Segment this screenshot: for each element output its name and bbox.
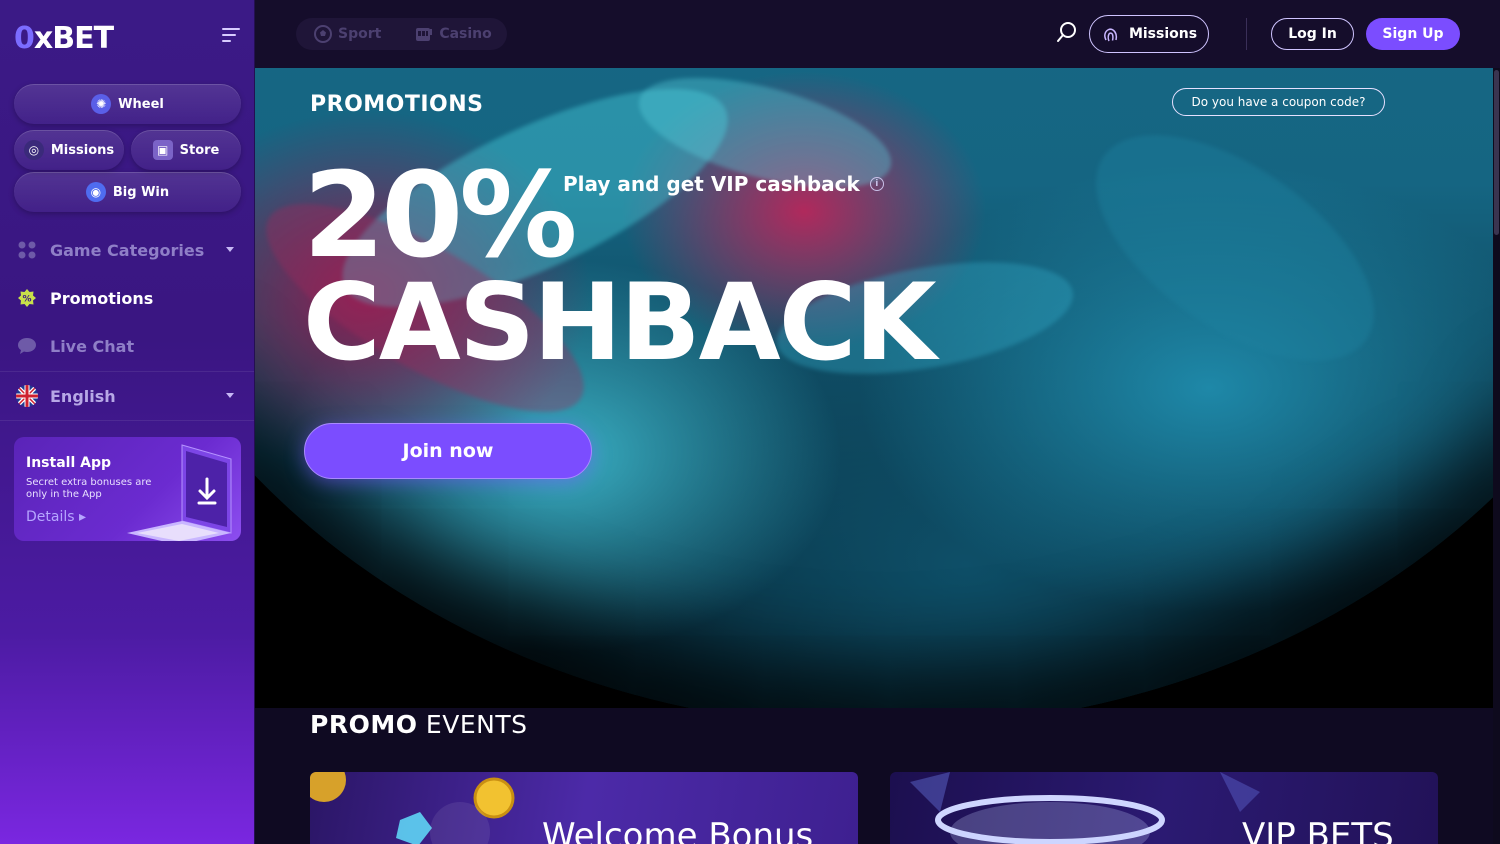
slot-machine-icon — [416, 28, 433, 41]
promo-events-title-rest: EVENTS — [425, 710, 528, 739]
language-label: English — [50, 386, 116, 406]
svg-text:%: % — [22, 295, 31, 305]
missions-sidebar-label: Missions — [50, 142, 115, 158]
join-now-button[interactable]: Join now — [304, 423, 592, 479]
tab-casino-label: Casino — [439, 26, 492, 42]
sidebar-divider — [0, 420, 254, 421]
promo-card-vip-bets[interactable]: VIP BETS — [890, 772, 1438, 844]
page-scrollbar[interactable] — [1493, 68, 1500, 844]
nav-live-chat[interactable]: Live Chat — [0, 324, 254, 368]
search-icon[interactable] — [1055, 20, 1079, 44]
live-chat-label: Live Chat — [50, 336, 135, 356]
cashback-headline: CASHBACK — [303, 261, 937, 384]
nav-game-categories[interactable]: Game Categories — [0, 228, 254, 272]
language-selector[interactable]: English — [0, 374, 254, 418]
scrollbar-thumb[interactable] — [1494, 70, 1499, 235]
chat-bubble-icon — [16, 335, 38, 357]
nav-promotions[interactable]: % Promotions — [0, 276, 254, 320]
signup-button[interactable]: Sign Up — [1366, 18, 1460, 50]
tab-casino[interactable]: Casino — [415, 25, 492, 43]
sidebar-divider — [0, 371, 254, 372]
page-title: PROMOTIONS — [310, 92, 484, 117]
uk-flag-icon — [16, 385, 38, 407]
sidebar: 0 xBET ✺ Wheel ◎ Missions ▣ Store ◉ Big W… — [0, 0, 255, 844]
chevron-down-icon — [226, 247, 234, 252]
install-app-card[interactable]: Install App Secret extra bonuses are onl… — [14, 437, 241, 541]
top-bar: Sport Casino Missions Log In Sign Up — [255, 0, 1500, 68]
missions-button[interactable]: Missions — [1089, 15, 1209, 53]
install-details-label: Details — [26, 509, 75, 525]
wheel-icon: ✺ — [91, 94, 112, 114]
promotion-badge-icon: % — [16, 287, 38, 309]
store-box-icon: ▣ — [152, 140, 173, 160]
wheel-button[interactable]: ✺ Wheel — [14, 84, 241, 124]
install-app-title: Install App — [26, 455, 111, 471]
promo-hero-banner: PROMOTIONS Do you have a coupon code? 20… — [255, 68, 1493, 708]
cashback-percent: 20% — [303, 146, 577, 284]
wheel-label: Wheel — [118, 96, 164, 112]
logo-text: xBET — [33, 20, 114, 56]
fingerprint-icon — [1103, 28, 1118, 42]
store-label: Store — [179, 142, 220, 158]
login-button[interactable]: Log In — [1271, 18, 1354, 50]
chevron-down-icon — [226, 393, 234, 398]
menu-toggle-icon[interactable] — [222, 28, 242, 44]
fingerprint-icon: ◎ — [23, 140, 44, 160]
promotions-label: Promotions — [50, 288, 154, 308]
vip-bets-title: VIP BETS — [1242, 816, 1394, 844]
sport-casino-switch: Sport Casino — [296, 18, 507, 50]
missions-sidebar-button[interactable]: ◎ Missions — [14, 130, 124, 170]
promo-events-title: PROMO EVENTS — [310, 710, 527, 739]
promo-card-welcome-bonus[interactable]: Welcome Bonus — [310, 772, 858, 844]
info-icon[interactable]: i — [869, 177, 884, 191]
promo-events-title-bold: PROMO — [310, 710, 418, 739]
store-button[interactable]: ▣ Store — [131, 130, 241, 170]
tab-sport-label: Sport — [338, 26, 382, 42]
logo-prefix: 0 — [14, 20, 35, 56]
categories-icon — [16, 239, 38, 261]
header-divider — [1246, 18, 1247, 50]
vip-tagline-text: Play and get VIP cashback — [563, 172, 860, 196]
welcome-bonus-title: Welcome Bonus — [542, 816, 814, 844]
big-win-label: Big Win — [112, 184, 170, 200]
coupon-code-button[interactable]: Do you have a coupon code? — [1172, 88, 1385, 116]
brand-logo[interactable]: 0 xBET — [14, 18, 114, 58]
install-details-link[interactable]: Details ▸ — [26, 509, 86, 525]
promo-events-section: PROMO EVENTS Welcome Bonus VIP BETS — [255, 708, 1493, 844]
big-win-button[interactable]: ◉ Big Win — [14, 172, 241, 212]
tab-sport[interactable]: Sport — [314, 25, 381, 43]
missions-button-label: Missions — [1128, 26, 1198, 42]
laptop-download-icon — [127, 444, 232, 541]
vip-tagline: Play and get VIP cashback i — [563, 172, 884, 196]
big-win-icon: ◉ — [85, 182, 106, 202]
game-categories-label: Game Categories — [50, 240, 205, 260]
soccer-ball-icon — [314, 25, 332, 43]
